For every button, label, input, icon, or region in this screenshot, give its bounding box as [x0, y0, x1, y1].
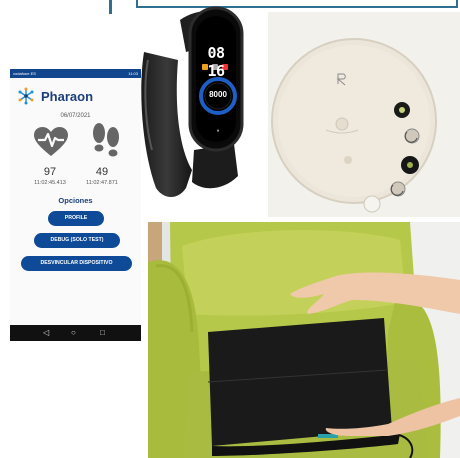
recents-nav-icon[interactable]: □: [100, 325, 105, 341]
android-nav-bar: ◁ ○ □: [10, 325, 141, 341]
heart-rate-timestamp: 11:02:45.413: [34, 180, 66, 186]
carrier-label: vodafone ES: [13, 71, 36, 76]
steps-value: 49: [95, 166, 109, 178]
back-nav-icon[interactable]: ◁: [43, 325, 49, 341]
svg-text:●: ●: [216, 128, 219, 134]
app-title: Pharaon: [41, 89, 94, 104]
frame-tick: [109, 0, 112, 14]
pharaon-logo-icon: [18, 87, 34, 105]
heart-rate-value: 97: [43, 166, 57, 178]
band-step-count: 8000: [209, 90, 227, 99]
options-heading: Opciones: [58, 196, 93, 205]
home-nav-icon[interactable]: ○: [71, 325, 76, 341]
phone-screenshot: vodafone ES 11:03 Pharaon 06/07/2021 97 …: [10, 69, 141, 341]
band-clock-minutes: 16: [207, 62, 225, 80]
unlink-device-button[interactable]: DESVINCULAR DISPOSITIVO: [21, 256, 132, 271]
debug-test-button[interactable]: DEBUG (SOLO TEST): [34, 233, 120, 248]
date-label: 06/07/2021: [60, 113, 91, 119]
sensor-device-photo: [268, 12, 460, 217]
footsteps-icon: [93, 123, 119, 157]
band-clock: 08 16: [196, 44, 236, 80]
band-clock-hours: 08: [207, 44, 225, 62]
profile-button[interactable]: PROFILE: [48, 211, 104, 226]
chair-sensor-mat-photo: [148, 222, 460, 458]
smart-band-photo: ●: [141, 6, 244, 197]
steps-timestamp: 11:02:47.871: [86, 180, 118, 186]
status-bar: vodafone ES 11:03: [10, 69, 141, 78]
heart-rate-icon: [34, 127, 68, 156]
